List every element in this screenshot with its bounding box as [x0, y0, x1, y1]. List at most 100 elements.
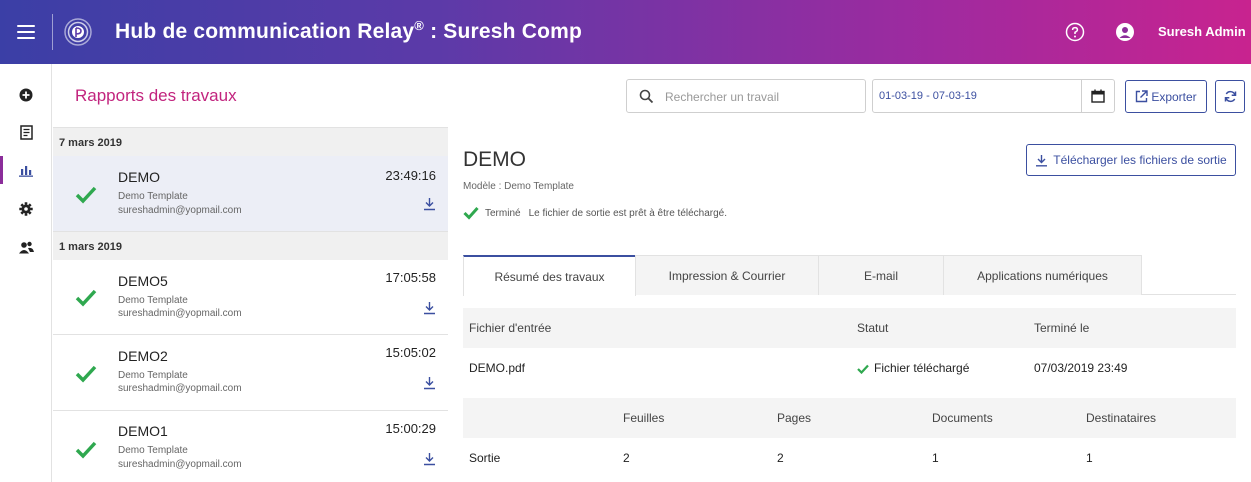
job-time: 15:05:02 — [385, 345, 436, 360]
tab-email[interactable]: E-mail — [818, 255, 944, 295]
date-divider — [1081, 80, 1082, 112]
nav-reports[interactable] — [0, 152, 52, 188]
search-box[interactable] — [626, 79, 866, 113]
input-file-name: DEMO.pdf — [469, 361, 526, 375]
download-icon[interactable] — [423, 197, 436, 211]
completed-date: 07/03/2019 23:49 — [1034, 361, 1128, 375]
job-template: Demo Template — [118, 191, 188, 202]
user-name[interactable]: Suresh Admin — [1158, 24, 1246, 39]
column-header: Feuilles — [623, 411, 665, 425]
column-header: Pages — [777, 411, 812, 425]
search-icon — [639, 89, 654, 104]
detail-title: DEMO — [463, 148, 526, 171]
page-title: Rapports des travaux — [75, 86, 237, 105]
export-button[interactable]: Exporter — [1125, 80, 1207, 113]
plus-circle-icon — [19, 88, 33, 102]
job-template: Demo Template — [118, 445, 188, 456]
check-icon — [75, 365, 97, 383]
gear-icon — [19, 202, 33, 216]
job-item-demo[interactable]: DEMO Demo Template sureshadmin@yopmail.c… — [53, 156, 448, 232]
app-title: Hub de communication Relay® : Suresh Com… — [115, 18, 582, 44]
date-group-header: 1 mars 2019 — [53, 232, 448, 260]
users-icon — [18, 241, 34, 253]
check-icon — [75, 289, 97, 307]
column-header: Statut — [857, 321, 889, 335]
column-header: Fichier d'entrée — [469, 321, 552, 335]
nav-users[interactable] — [0, 229, 52, 265]
header-divider — [52, 14, 53, 50]
relay-logo-icon — [64, 18, 92, 46]
status-message: Le fichier de sortie est prêt à être tél… — [528, 208, 728, 219]
job-email: sureshadmin@yopmail.com — [118, 308, 242, 319]
table-row: Sortie 2 2 1 1 — [463, 438, 1236, 478]
output-table-header: Feuilles Pages Documents Destinataires — [463, 398, 1236, 438]
job-template: Demo Template — [118, 295, 188, 306]
sheets-count: 2 — [623, 451, 630, 465]
hamburger-icon — [17, 25, 35, 39]
file-status: Fichier téléchargé — [857, 361, 969, 375]
export-icon — [1136, 90, 1149, 103]
file-status-text: Fichier téléchargé — [874, 361, 970, 375]
nav-new-job[interactable] — [0, 77, 52, 113]
job-email: sureshadmin@yopmail.com — [118, 459, 242, 470]
download-icon — [1036, 154, 1048, 166]
help-icon[interactable] — [1065, 22, 1085, 42]
download-output-label: Télécharger les fichiers de sortie — [1053, 153, 1227, 167]
job-list: 7 mars 2019 DEMO Demo Template sureshadm… — [53, 127, 448, 482]
download-icon[interactable] — [423, 376, 436, 390]
top-bar: Hub de communication Relay® : Suresh Com… — [0, 0, 1251, 64]
detail-tabs: Résumé des travaux Impression & Courrier… — [463, 255, 1236, 296]
tab-digital-apps[interactable]: Applications numériques — [943, 255, 1142, 295]
job-email: sureshadmin@yopmail.com — [118, 383, 242, 394]
registered-mark: ® — [414, 18, 425, 33]
app-title-main: Hub de communication Relay — [115, 20, 415, 43]
bar-chart-icon — [19, 165, 33, 177]
tab-job-summary[interactable]: Résumé des travaux — [463, 255, 636, 296]
detail-model: Modèle : Demo Template — [463, 181, 574, 192]
export-label: Exporter — [1151, 89, 1197, 104]
download-output-files-button[interactable]: Télécharger les fichiers de sortie — [1026, 144, 1236, 176]
date-group-header: 7 mars 2019 — [53, 128, 448, 156]
job-time: 17:05:58 — [385, 270, 436, 285]
column-header: Documents — [932, 411, 993, 425]
app-title-suffix: : Suresh Comp — [424, 20, 583, 43]
job-email: sureshadmin@yopmail.com — [118, 205, 242, 216]
left-nav — [0, 64, 52, 482]
job-time: 23:49:16 — [385, 168, 436, 183]
nav-documents[interactable] — [0, 114, 52, 150]
documents-count: 1 — [932, 451, 939, 465]
hamburger-menu-button[interactable] — [0, 0, 52, 64]
refresh-button[interactable] — [1215, 80, 1245, 113]
calendar-icon[interactable] — [1091, 89, 1105, 103]
output-row-label: Sortie — [469, 451, 501, 465]
job-time: 15:00:29 — [385, 421, 436, 436]
tab-print-mail[interactable]: Impression & Courrier — [635, 255, 819, 295]
check-icon — [75, 441, 97, 459]
input-table-header: Fichier d'entrée Statut Terminé le — [463, 308, 1236, 348]
check-icon — [857, 364, 869, 374]
job-name: DEMO1 — [118, 423, 168, 439]
job-name: DEMO — [118, 169, 160, 185]
job-item-demo1[interactable]: DEMO1 Demo Template sureshadmin@yopmail.… — [53, 411, 448, 482]
check-icon — [463, 206, 479, 220]
download-icon[interactable] — [423, 452, 436, 466]
job-item-demo5[interactable]: DEMO5 Demo Template sureshadmin@yopmail.… — [53, 260, 448, 335]
table-row: DEMO.pdf Fichier téléchargé 07/03/2019 2… — [463, 348, 1236, 388]
date-range-value[interactable]: 01-03-19 - 07-03-19 — [879, 90, 977, 102]
job-item-demo2[interactable]: DEMO2 Demo Template sureshadmin@yopmail.… — [53, 335, 448, 411]
detail-status: Terminé Le fichier de sortie est prêt à ê… — [485, 208, 727, 219]
recipients-count: 1 — [1086, 451, 1093, 465]
user-account-icon[interactable] — [1115, 22, 1135, 42]
pages-count: 2 — [777, 451, 784, 465]
nav-settings[interactable] — [0, 191, 52, 227]
job-template: Demo Template — [118, 370, 188, 381]
search-input[interactable] — [665, 86, 860, 108]
download-icon[interactable] — [423, 301, 436, 315]
column-header: Terminé le — [1034, 321, 1090, 335]
check-icon — [75, 186, 97, 204]
date-range-picker[interactable]: 01-03-19 - 07-03-19 — [872, 79, 1115, 113]
job-name: DEMO2 — [118, 348, 168, 364]
refresh-icon — [1224, 90, 1236, 103]
column-header: Destinataires — [1086, 411, 1157, 425]
job-name: DEMO5 — [118, 273, 168, 289]
